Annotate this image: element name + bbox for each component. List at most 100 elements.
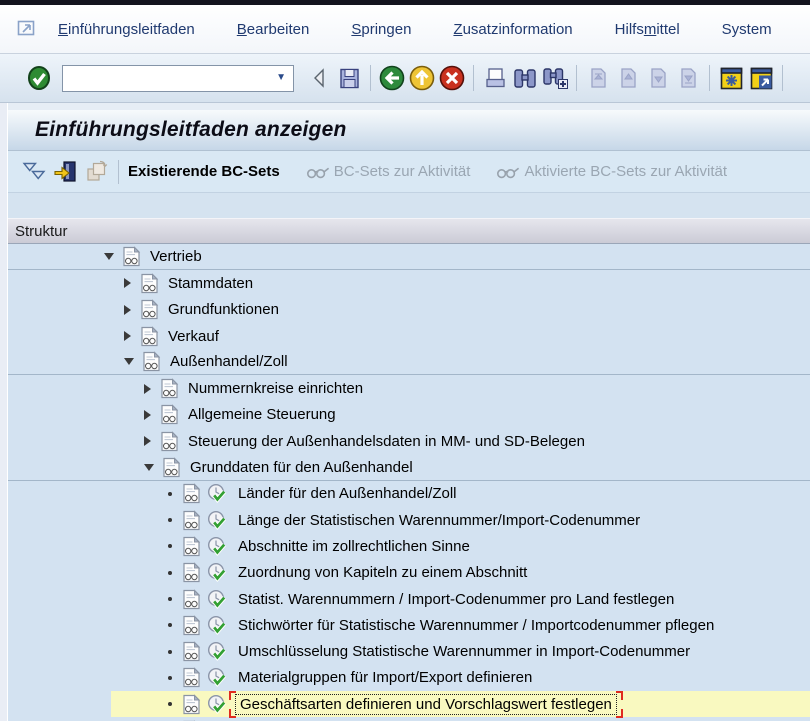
menu-item[interactable]: Springen [351,21,411,38]
system-menu-icon[interactable] [16,19,38,39]
tree-row[interactable]: Steuerung der Außenhandelsdaten in MM- u… [8,428,810,454]
find-next-icon[interactable] [541,64,569,92]
menu-item[interactable]: Einführungsleitfaden [58,21,195,38]
app-toolbar-button[interactable]: Aktivierte BC-Sets zur Aktivität [496,163,727,180]
command-dropdown-icon[interactable]: ▼ [276,73,293,83]
collapse-triangle-icon[interactable] [144,464,154,471]
img-activity-icon[interactable] [207,694,229,715]
tree-row-label[interactable]: Verkauf [165,327,222,346]
tree-row-label[interactable]: Materialgruppen für Import/Export defini… [235,668,535,687]
exit-icon[interactable] [408,64,436,92]
tree-row[interactable]: Nummernkreise einrichten [8,375,810,401]
expand-triangle-icon[interactable] [124,331,131,341]
documentation-icon[interactable] [182,589,201,610]
back-icon[interactable] [378,64,406,92]
cancel-icon[interactable] [438,64,466,92]
print-icon[interactable] [481,64,509,92]
documentation-icon[interactable] [182,562,201,583]
tree-row[interactable]: Stichwörter für Statistische Warennummer… [8,612,810,638]
tree-row[interactable]: Allgemeine Steuerung [8,402,810,428]
img-activity-icon[interactable] [207,589,229,610]
tree-row[interactable]: Zuordnung von Kapiteln zu einem Abschnit… [8,560,810,586]
tree-row[interactable]: Statist. Warennummern / Import-Codenumme… [8,586,810,612]
tree-row-label[interactable]: Außenhandel/Zoll [167,352,291,371]
tree-row[interactable]: Abschnitte im zollrechtlichen Sinne [8,533,810,559]
menu-item[interactable]: System [722,21,772,38]
expand-triangle-icon[interactable] [124,305,131,315]
tree-row[interactable]: Geschäftsarten definieren und Vorschlags… [8,691,810,717]
menu-item[interactable]: Zusatzinformation [453,21,572,38]
tree-row[interactable]: Grundfunktionen [8,297,810,323]
selected-tree-row-label[interactable]: Geschäftsarten definieren und Vorschlags… [235,694,617,715]
documentation-icon[interactable] [142,351,161,372]
find-icon[interactable] [511,64,539,92]
img-activity-icon[interactable] [207,667,229,688]
tree-row-label[interactable]: Vertrieb [147,247,205,266]
tree-row[interactable]: Außenhandel/Zoll [8,349,810,375]
documentation-icon[interactable] [160,404,179,425]
documentation-icon[interactable] [182,510,201,531]
expand-triangle-icon[interactable] [144,436,151,446]
documentation-icon[interactable] [122,246,141,267]
img-activity-icon[interactable] [207,562,229,583]
collapse-triangle-icon[interactable] [124,358,134,365]
tree-row-label[interactable]: Abschnitte im zollrechtlichen Sinne [235,537,473,556]
tree-row-label[interactable]: Umschlüsselung Statistische Warennummer … [235,642,693,661]
documentation-icon[interactable] [182,536,201,557]
app-toolbar-button[interactable]: BC-Sets zur Aktivität [306,163,471,180]
tree-row-label[interactable]: Steuerung der Außenhandelsdaten in MM- u… [185,432,588,451]
img-activity-icon[interactable] [207,615,229,636]
tree-row-label[interactable]: Statist. Warennummern / Import-Codenumme… [235,590,677,609]
documentation-icon[interactable] [140,326,159,347]
collapse-command-field-icon[interactable] [305,64,333,92]
position-icon[interactable] [51,159,79,185]
tree-row-label[interactable]: Länder für den Außenhandel/Zoll [235,484,460,503]
filter-icon[interactable] [20,159,48,185]
tree-row-label[interactable]: Grunddaten für den Außenhandel [187,458,416,477]
first-page-icon[interactable] [584,64,612,92]
documentation-icon[interactable] [182,667,201,688]
tree-row-label[interactable]: Stichwörter für Statistische Warennummer… [235,616,717,635]
last-page-icon[interactable] [674,64,702,92]
tree-row-label[interactable]: Allgemeine Steuerung [185,405,339,424]
save-icon[interactable] [335,64,363,92]
menu-item[interactable]: Hilfsmittel [615,21,680,38]
tree-row[interactable]: Umschlüsselung Statistische Warennummer … [8,638,810,664]
command-field[interactable]: ▼ [62,65,294,92]
tree-row-label[interactable]: Zuordnung von Kapiteln zu einem Abschnit… [235,563,530,582]
collapse-triangle-icon[interactable] [104,253,114,260]
documentation-icon[interactable] [182,615,201,636]
tree-row[interactable]: Vertrieb [8,244,810,270]
tree-row[interactable]: Materialgruppen für Import/Export defini… [8,665,810,691]
tree-row[interactable]: Grunddaten für den Außenhandel [8,454,810,480]
tree-row[interactable]: Verkauf [8,323,810,349]
menu-item[interactable]: Bearbeiten [237,21,310,38]
create-shortcut-icon[interactable] [747,64,775,92]
documentation-icon[interactable] [162,457,181,478]
documentation-icon[interactable] [140,299,159,320]
tree-row-label[interactable]: Stammdaten [165,274,256,293]
command-input[interactable] [63,68,276,89]
img-activity-icon[interactable] [207,510,229,531]
tree-row[interactable]: Stammdaten [8,270,810,296]
new-session-icon[interactable] [717,64,745,92]
tree-row[interactable]: Länder für den Außenhandel/Zoll [8,481,810,507]
tree-row-label[interactable]: Länge der Statistischen Warennummer/Impo… [235,511,643,530]
expand-triangle-icon[interactable] [144,384,151,394]
documentation-icon[interactable] [182,694,201,715]
next-page-icon[interactable] [644,64,672,92]
expand-triangle-icon[interactable] [144,410,151,420]
img-activity-icon[interactable] [207,641,229,662]
documentation-icon[interactable] [160,431,179,452]
img-activity-icon[interactable] [207,483,229,504]
enter-icon[interactable] [25,64,53,92]
documentation-icon[interactable] [182,641,201,662]
app-toolbar-button[interactable]: Existierende BC-Sets [128,163,280,180]
tree-row-label[interactable]: Grundfunktionen [165,300,282,319]
previous-page-icon[interactable] [614,64,642,92]
expand-triangle-icon[interactable] [124,278,131,288]
tree-row[interactable] [8,717,810,721]
tree-row[interactable]: Länge der Statistischen Warennummer/Impo… [8,507,810,533]
documentation-icon[interactable] [182,483,201,504]
tree-row-label[interactable]: Nummernkreise einrichten [185,379,366,398]
